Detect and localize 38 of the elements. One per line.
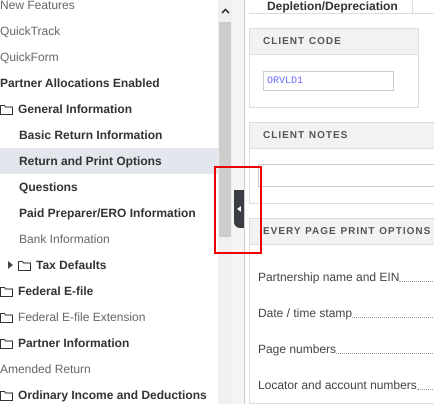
tree-item[interactable]: Questions	[0, 174, 218, 200]
tree-item[interactable]: Tax Defaults	[0, 252, 218, 278]
tree-item[interactable]: Partner Information	[0, 330, 218, 356]
tree-item[interactable]: Basic Return Information	[0, 122, 218, 148]
tab[interactable]: Depletion/Depreciation	[249, 0, 413, 13]
scroll-up-icon[interactable]	[220, 8, 230, 14]
tree-item[interactable]: Federal E-file Extension	[0, 304, 218, 330]
tree-item[interactable]: Partner Allocations Enabled	[0, 70, 218, 96]
card-title: EVERY PAGE PRINT OPTIONS	[263, 226, 432, 237]
tree-item[interactable]: Paid Preparer/ERO Information	[0, 200, 218, 226]
tree-item[interactable]: QuickForm	[0, 44, 218, 70]
scrollbar[interactable]	[218, 0, 232, 404]
tree-item[interactable]: Federal E-file	[0, 278, 218, 304]
option-label: Locator and account numbers	[258, 378, 417, 392]
tree-item[interactable]: Amended Return	[0, 356, 218, 382]
option-label: Page numbers	[258, 342, 336, 356]
client-code-field[interactable]: ORVLD1	[263, 71, 394, 91]
card-title: CLIENT CODE	[263, 36, 342, 47]
tree-item[interactable]: New Features	[0, 0, 218, 18]
scrollbar-thumb[interactable]	[219, 22, 231, 237]
option-label: Partnership name and EIN	[258, 270, 400, 284]
tree-item[interactable]: Ordinary Income and Deductions	[0, 382, 218, 404]
folder-icon	[0, 286, 13, 296]
collapse-handle[interactable]	[234, 190, 244, 228]
option-label: Date / time stamp	[258, 306, 352, 320]
collapse-arrow-icon[interactable]	[237, 206, 241, 212]
folder-icon	[18, 260, 31, 270]
tree-item[interactable]: Bank Information	[0, 226, 218, 252]
tree-item[interactable]: QuickTrack	[0, 18, 218, 44]
folder-icon	[0, 312, 13, 322]
notes-field[interactable]	[258, 164, 434, 187]
folder-icon	[0, 390, 13, 400]
card-title: CLIENT NOTES	[263, 130, 348, 141]
tree-item[interactable]: Return and Print Options	[0, 148, 218, 174]
tree-item[interactable]: General Information	[0, 96, 218, 122]
folder-icon	[0, 104, 13, 114]
folder-icon	[0, 338, 13, 348]
expand-arrow-icon[interactable]	[8, 261, 13, 269]
